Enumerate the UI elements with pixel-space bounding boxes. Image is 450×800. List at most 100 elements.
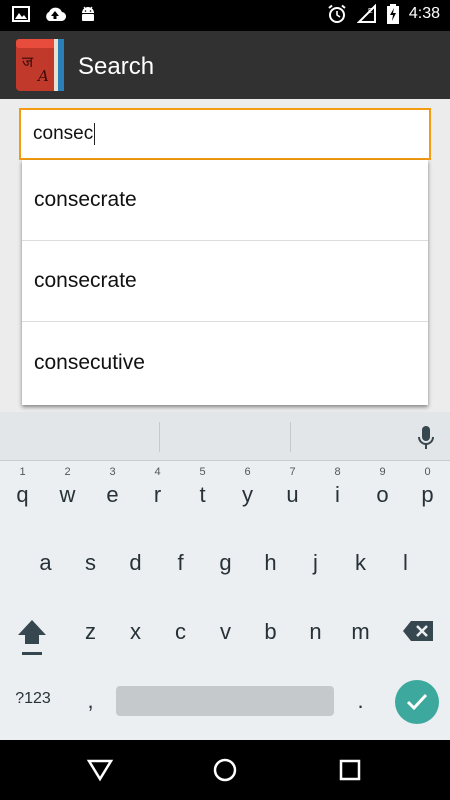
key-m[interactable]: m — [338, 619, 383, 659]
key-period[interactable]: . — [338, 688, 383, 728]
recent-apps-icon[interactable] — [339, 759, 361, 781]
suggestion-item[interactable]: consecrate — [22, 160, 428, 241]
key-number-hint: 7 — [289, 466, 296, 478]
key-o[interactable]: o9 — [360, 466, 405, 522]
key-h[interactable]: h — [248, 550, 293, 590]
key-number-hint: 9 — [379, 466, 386, 478]
key-y[interactable]: y6 — [225, 466, 270, 522]
search-input[interactable]: consec — [19, 108, 431, 160]
key-number-hint: 3 — [109, 466, 116, 478]
microphone-icon[interactable] — [416, 424, 436, 452]
key-label: p — [421, 482, 434, 507]
clock: 4:38 — [408, 5, 440, 22]
search-input-text: consec — [33, 123, 94, 144]
key-label: j — [313, 550, 318, 575]
key-u[interactable]: u7 — [270, 466, 315, 522]
key-label: h — [264, 550, 277, 575]
status-bar: E 4:38 — [0, 0, 450, 31]
key-label: s — [85, 550, 96, 575]
key-number-hint: 8 — [334, 466, 341, 478]
key-label: z — [85, 619, 96, 644]
key-b[interactable]: b — [248, 619, 293, 659]
key-label: x — [130, 619, 141, 644]
key-x[interactable]: x — [113, 619, 158, 659]
key-label: c — [175, 619, 186, 644]
page-title: Search — [78, 53, 155, 80]
home-icon[interactable] — [212, 757, 238, 783]
key-n[interactable]: n — [293, 619, 338, 659]
key-label: l — [403, 550, 408, 575]
suggestion-item[interactable]: consecrate — [22, 241, 428, 322]
cloud-upload-icon — [46, 7, 66, 22]
key-number-hint: 0 — [424, 466, 431, 478]
key-label: d — [129, 550, 142, 575]
key-label: k — [355, 550, 366, 575]
key-symbols[interactable]: ?123 — [8, 690, 58, 730]
key-label: o — [376, 482, 389, 507]
key-label: a — [39, 550, 52, 575]
key-i[interactable]: i8 — [315, 466, 360, 522]
checkmark-icon — [406, 693, 428, 711]
key-label: m — [351, 619, 370, 644]
search-screen: consec consecrate consecrate consecutive — [0, 99, 450, 412]
key-label: f — [177, 550, 184, 575]
key-f[interactable]: f — [158, 550, 203, 590]
key-number-hint: 1 — [19, 466, 26, 478]
soft-keyboard: ?123 , . q1w2e3r4t5y6u7i8o9p0asdfghjklzx… — [0, 412, 450, 740]
key-label: t — [199, 482, 206, 507]
key-label: i — [335, 482, 340, 507]
image-notification-icon — [12, 6, 30, 22]
strip-divider — [159, 422, 160, 452]
key-number-hint: 6 — [244, 466, 251, 478]
key-c[interactable]: c — [158, 619, 203, 659]
key-number-hint: 2 — [64, 466, 71, 478]
suggestion-item[interactable]: consecutive — [22, 322, 428, 403]
keyboard-divider — [0, 460, 450, 461]
key-number-hint: 4 — [154, 466, 161, 478]
key-label: q — [16, 482, 29, 507]
suggestion-strip — [0, 412, 450, 460]
key-w[interactable]: w2 — [45, 466, 90, 522]
dictionary-logo-icon[interactable]: ज A — [14, 37, 70, 93]
key-label: u — [286, 482, 299, 507]
spacebar[interactable] — [116, 686, 334, 716]
key-label: e — [106, 482, 119, 507]
key-s[interactable]: s — [68, 550, 113, 590]
key-label: n — [309, 619, 322, 644]
back-icon[interactable] — [86, 758, 114, 782]
key-z[interactable]: z — [68, 619, 113, 659]
key-label: v — [220, 619, 231, 644]
key-d[interactable]: d — [113, 550, 158, 590]
alarm-icon — [328, 4, 346, 23]
enter-button[interactable] — [395, 680, 439, 724]
svg-text:ज: ज — [22, 53, 34, 71]
key-label: g — [219, 550, 232, 575]
key-label: w — [59, 482, 76, 507]
text-cursor — [94, 123, 96, 145]
autocomplete-dropdown: consecrate consecrate consecutive — [22, 160, 428, 405]
android-debug-icon — [82, 6, 94, 21]
key-r[interactable]: r4 — [135, 466, 180, 522]
signal-icon: E — [356, 4, 376, 23]
key-a[interactable]: a — [23, 550, 68, 590]
key-p[interactable]: p0 — [405, 466, 450, 522]
battery-charging-icon — [386, 4, 399, 24]
key-t[interactable]: t5 — [180, 466, 225, 522]
shift-icon[interactable] — [16, 618, 48, 658]
key-label: y — [242, 482, 253, 507]
key-number-hint: 5 — [199, 466, 206, 478]
key-label: b — [264, 619, 277, 644]
key-j[interactable]: j — [293, 550, 338, 590]
key-k[interactable]: k — [338, 550, 383, 590]
strip-divider — [290, 422, 291, 452]
key-label: r — [153, 482, 162, 507]
backspace-icon[interactable] — [402, 620, 434, 642]
svg-text:A: A — [36, 67, 49, 85]
key-e[interactable]: e3 — [90, 466, 135, 522]
key-l[interactable]: l — [383, 550, 428, 590]
key-g[interactable]: g — [203, 550, 248, 590]
key-v[interactable]: v — [203, 619, 248, 659]
key-comma[interactable]: , — [68, 688, 113, 728]
svg-text:E: E — [368, 8, 373, 15]
key-q[interactable]: q1 — [0, 466, 45, 522]
